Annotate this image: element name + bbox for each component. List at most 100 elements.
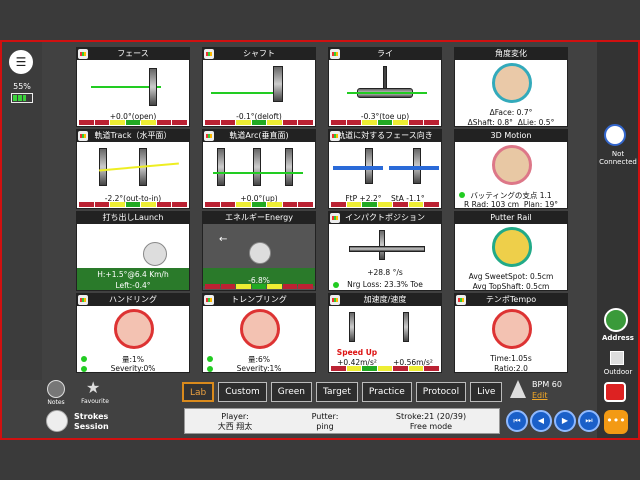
panel-icon (204, 131, 214, 141)
menu-button[interactable]: ☰ (9, 50, 33, 74)
panel-icon (330, 213, 340, 223)
trash-icon[interactable] (604, 382, 626, 402)
connection-icon[interactable] (604, 124, 626, 146)
notes-icon[interactable] (47, 380, 65, 398)
favourite-icon[interactable]: ★ (86, 378, 100, 397)
skip-forward-icon: ⏭ (585, 416, 593, 425)
motion-line2b: Plan: 19° (523, 200, 558, 209)
strokes-label: Strokes (74, 412, 109, 421)
impact-line2: Nrg Loss: 23.3% Toe (347, 280, 423, 289)
panel-impact[interactable]: インパクトポジション +28.8 °/s Nrg Loss: 23.3% Toe (328, 211, 442, 291)
panel-title: インパクトポジション (345, 213, 425, 222)
panel-arc[interactable]: 軌道Arc(垂直面) +0.0°(up) (202, 129, 316, 209)
skip-back-icon: ⏮ (513, 416, 521, 425)
panel-track[interactable]: 軌道Track（水平面） -2.2°(out-to-in) (76, 129, 190, 209)
tempo-line2: Ratio:2.0 (494, 364, 528, 373)
top-bar (0, 0, 640, 40)
panel-handring[interactable]: ハンドリング 量:1% Severity:0% (76, 293, 190, 373)
tab-lab[interactable]: Lab (182, 382, 215, 402)
panel-title: 軌道に対するフェース向き (337, 131, 433, 140)
address-label: Address (602, 334, 634, 342)
panel-angle-change[interactable]: 角度変化 ΔFace: 0.7° ΔShaft: 0.8° ΔLie: 0.5° (454, 47, 568, 127)
level-meter (331, 202, 440, 207)
panel-shaft[interactable]: シャフト -0.1°(deloft) (202, 47, 316, 127)
level-meter (205, 202, 314, 207)
tab-protocol[interactable]: Protocol (415, 382, 467, 402)
panel-title: 角度変化 (495, 49, 527, 58)
tab-custom[interactable]: Custom (218, 382, 267, 402)
putter-name: ping (316, 422, 334, 431)
impact-line1: +28.8 °/s (367, 268, 403, 277)
launch-line1: H:+1.5°@6.4 Km/h (97, 270, 169, 279)
motion-line2a: R Rad: 103 cm (464, 200, 520, 209)
panel-icon (330, 131, 340, 141)
bpm-edit-link[interactable]: Edit (532, 391, 548, 400)
panel-title: シャフト (243, 49, 275, 58)
tempo-line1: Time:1.05s (490, 354, 532, 363)
metronome-icon[interactable] (510, 380, 526, 398)
panel-icon (204, 295, 214, 305)
back-icon: ◀ (537, 416, 545, 425)
panel-title: テンポTempo (485, 295, 537, 304)
right-column (597, 42, 638, 438)
address-icon[interactable] (604, 308, 628, 332)
outdoor-label: Outdoor (603, 368, 633, 376)
panel-tempo[interactable]: テンポTempo Time:1.05s Ratio:2.0 (454, 293, 568, 373)
bottom-bar (0, 440, 640, 480)
bpm-label: BPM 60 (532, 380, 562, 389)
putter-label: Putter: (311, 412, 339, 421)
more-icon[interactable]: ••• (604, 410, 628, 434)
info-bar: Player: 大西 翔太 Putter: ping Stroke:21 (20/3… (184, 408, 500, 434)
session-label: Session (74, 422, 109, 431)
stroke-count: Stroke:21 (20/39) (395, 412, 467, 421)
prev-button[interactable]: ◀ (530, 410, 552, 432)
tab-target[interactable]: Target (316, 382, 358, 402)
battery-icon (11, 93, 33, 103)
panel-icon (330, 295, 340, 305)
rail-line1: Avg SweetSpot: 0.5cm (468, 272, 554, 281)
panel-title: フェース (117, 49, 149, 58)
panel-icon (330, 49, 340, 59)
panel-lie[interactable]: ライ -0.3°(toe up) (328, 47, 442, 127)
tab-live[interactable]: Live (470, 382, 503, 402)
panel-icon (78, 295, 88, 305)
notes-label: Notes (47, 399, 65, 406)
panel-title: 3D Motion (490, 131, 532, 140)
first-button[interactable]: ⏮ (506, 410, 528, 432)
tab-green[interactable]: Green (270, 382, 312, 402)
panel-title: Putter Rail (490, 213, 532, 222)
panel-icon (456, 295, 466, 305)
level-meter (331, 120, 440, 125)
panel-title: 加速度/速度 (363, 295, 407, 304)
rail-line2: Avg TopShaft: 0.5cm (472, 282, 550, 291)
panel-face[interactable]: フェース +0.0°(open) (76, 47, 190, 127)
panel-title: 打ち出しLaunch (102, 213, 164, 222)
tab-practice[interactable]: Practice (361, 382, 412, 402)
accel-warning: Speed Up (336, 348, 378, 357)
level-meter (205, 120, 314, 125)
panel-accel[interactable]: 加速度/速度 Speed Up +0.42m/s² +0.56m/s² (328, 293, 442, 373)
panel-energy[interactable]: エネルギーEnergy ← -6.8% (202, 211, 316, 291)
angle-line2a: ΔShaft: 0.8° (467, 118, 513, 127)
panel-title: ライ (377, 49, 393, 58)
angle-line1: ΔFace: 0.7° (489, 108, 533, 117)
panel-face-to-path[interactable]: 軌道に対するフェース向き FtP +2.2° StA -1.1° (328, 129, 442, 209)
last-button[interactable]: ⏭ (578, 410, 600, 432)
panel-putter-rail[interactable]: Putter Rail Avg SweetSpot: 0.5cm Avg Top… (454, 211, 568, 291)
panel-launch[interactable]: 打ち出しLaunch ← H:+1.5°@6.4 Km/h Left:-0.4° (76, 211, 190, 291)
battery-percent: 55% (13, 82, 31, 91)
panel-3d-motion[interactable]: 3D Motion バッティングの支点 1.1 R Rad: 103 cm Pl… (454, 129, 568, 209)
mode-tabs: Lab Custom Green Target Practice Protoco… (182, 382, 503, 402)
panel-title: 軌道Track（水平面） (94, 131, 172, 140)
strokes-session-icon[interactable] (46, 410, 68, 432)
panel-trembling[interactable]: トレンブリング 量:6% Severity:1% (202, 293, 316, 373)
level-meter (79, 202, 188, 207)
next-button[interactable]: ▶ (554, 410, 576, 432)
panel-title: ハンドリング (109, 295, 157, 304)
favourite-label: Favourite (81, 398, 109, 405)
outdoor-toggle[interactable] (610, 351, 624, 365)
player-label: Player: (221, 412, 249, 421)
connection-status: Not Connected (599, 150, 637, 166)
panel-title: トレンブリング (231, 295, 287, 304)
panel-title: エネルギーEnergy (224, 213, 293, 222)
